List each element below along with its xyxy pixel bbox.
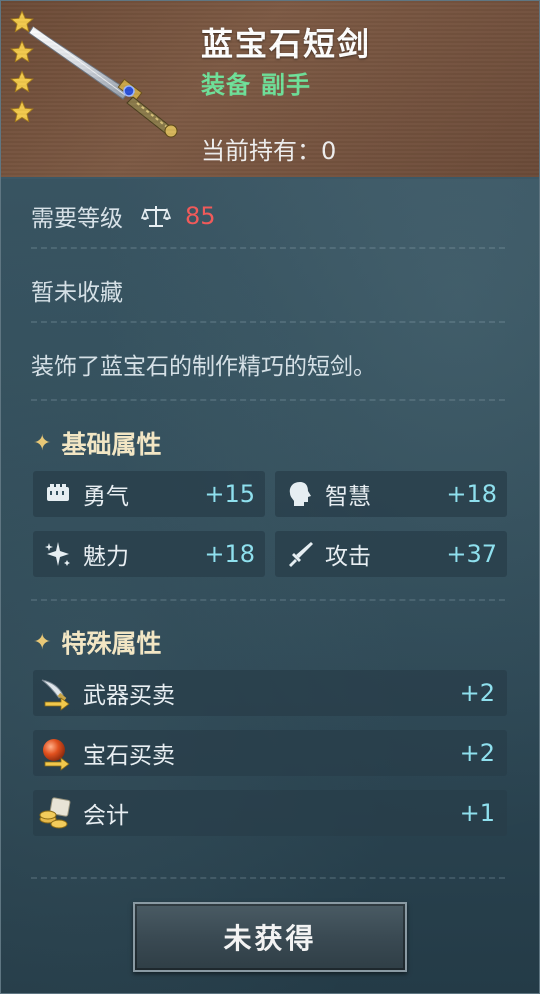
owned-count: 当前持有：0 <box>201 131 336 166</box>
divider <box>31 399 505 401</box>
gem-trade-icon <box>43 739 70 771</box>
divider <box>31 247 505 249</box>
attribute-value: +18 <box>446 480 497 508</box>
not-obtained-button[interactable]: 未获得 <box>133 902 407 972</box>
sparkle-icon: ✦ <box>33 430 52 456</box>
special-attribute-accounting: 会计 +1 <box>33 790 507 836</box>
balance-scale-icon <box>141 206 171 227</box>
star-icon <box>10 40 34 63</box>
divider <box>31 599 505 601</box>
attribute-charm: 魅力 +18 <box>33 531 265 577</box>
item-description: 装饰了蓝宝石的制作精巧的短剑。 <box>31 354 376 380</box>
level-requirement: 需要等级 85 <box>31 199 216 233</box>
star-icon <box>10 70 34 93</box>
level-label: 需要等级 <box>31 206 123 232</box>
base-attributes-title: ✦ 基础属性 <box>33 425 161 461</box>
attribute-attack: 攻击 +37 <box>275 531 507 577</box>
attribute-courage: 勇气 +15 <box>33 471 265 517</box>
weapon-trade-icon <box>41 679 70 711</box>
sparkle-icon: ✦ <box>33 629 52 655</box>
level-value: 85 <box>185 202 216 230</box>
attribute-value: +15 <box>204 480 255 508</box>
owned-label: 当前持有： <box>201 137 321 165</box>
attack-sword-icon <box>289 542 313 567</box>
item-tooltip-panel: 蓝宝石短剑 装备 副手 当前持有：0 需要等级 85 暂未收藏 装饰了蓝宝石的制作… <box>0 0 540 994</box>
item-slot: 副手 <box>261 71 311 99</box>
attribute-name: 会计 <box>83 803 129 829</box>
wisdom-head-icon <box>289 482 311 506</box>
special-attributes-title: ✦ 特殊属性 <box>33 624 161 660</box>
attribute-name: 武器买卖 <box>83 683 175 709</box>
attribute-wisdom: 智慧 +18 <box>275 471 507 517</box>
divider <box>31 877 505 879</box>
special-attribute-weapon-trade: 武器买卖 +2 <box>33 670 507 716</box>
accounting-coins-icon <box>39 797 71 829</box>
attribute-value: +18 <box>204 540 255 568</box>
item-header: 蓝宝石短剑 装备 副手 当前持有：0 <box>1 1 539 179</box>
courage-icon <box>47 484 69 501</box>
item-category: 装备 <box>201 71 251 99</box>
attribute-name: 宝石买卖 <box>83 743 175 769</box>
sapphire-shortsword-icon <box>28 26 178 138</box>
section-title-label: 基础属性 <box>61 430 162 459</box>
owned-value: 0 <box>321 137 337 165</box>
star-icon <box>10 100 34 123</box>
attribute-name: 勇气 <box>83 484 129 510</box>
attribute-value: +2 <box>459 679 495 707</box>
charm-sparkle-icon <box>45 542 70 566</box>
divider <box>31 321 505 323</box>
attribute-value: +2 <box>459 739 495 767</box>
attribute-name: 攻击 <box>325 544 371 570</box>
item-type: 装备 副手 <box>201 65 311 100</box>
item-name: 蓝宝石短剑 <box>201 25 372 63</box>
attribute-name: 魅力 <box>83 544 129 570</box>
section-title-label: 特殊属性 <box>61 629 162 658</box>
attribute-name: 智慧 <box>325 484 371 510</box>
collection-status: 暂未收藏 <box>31 280 123 306</box>
attribute-value: +37 <box>446 540 497 568</box>
attribute-value: +1 <box>459 799 495 827</box>
star-icon <box>10 10 34 33</box>
rarity-stars <box>9 9 39 129</box>
special-attribute-gem-trade: 宝石买卖 +2 <box>33 730 507 776</box>
